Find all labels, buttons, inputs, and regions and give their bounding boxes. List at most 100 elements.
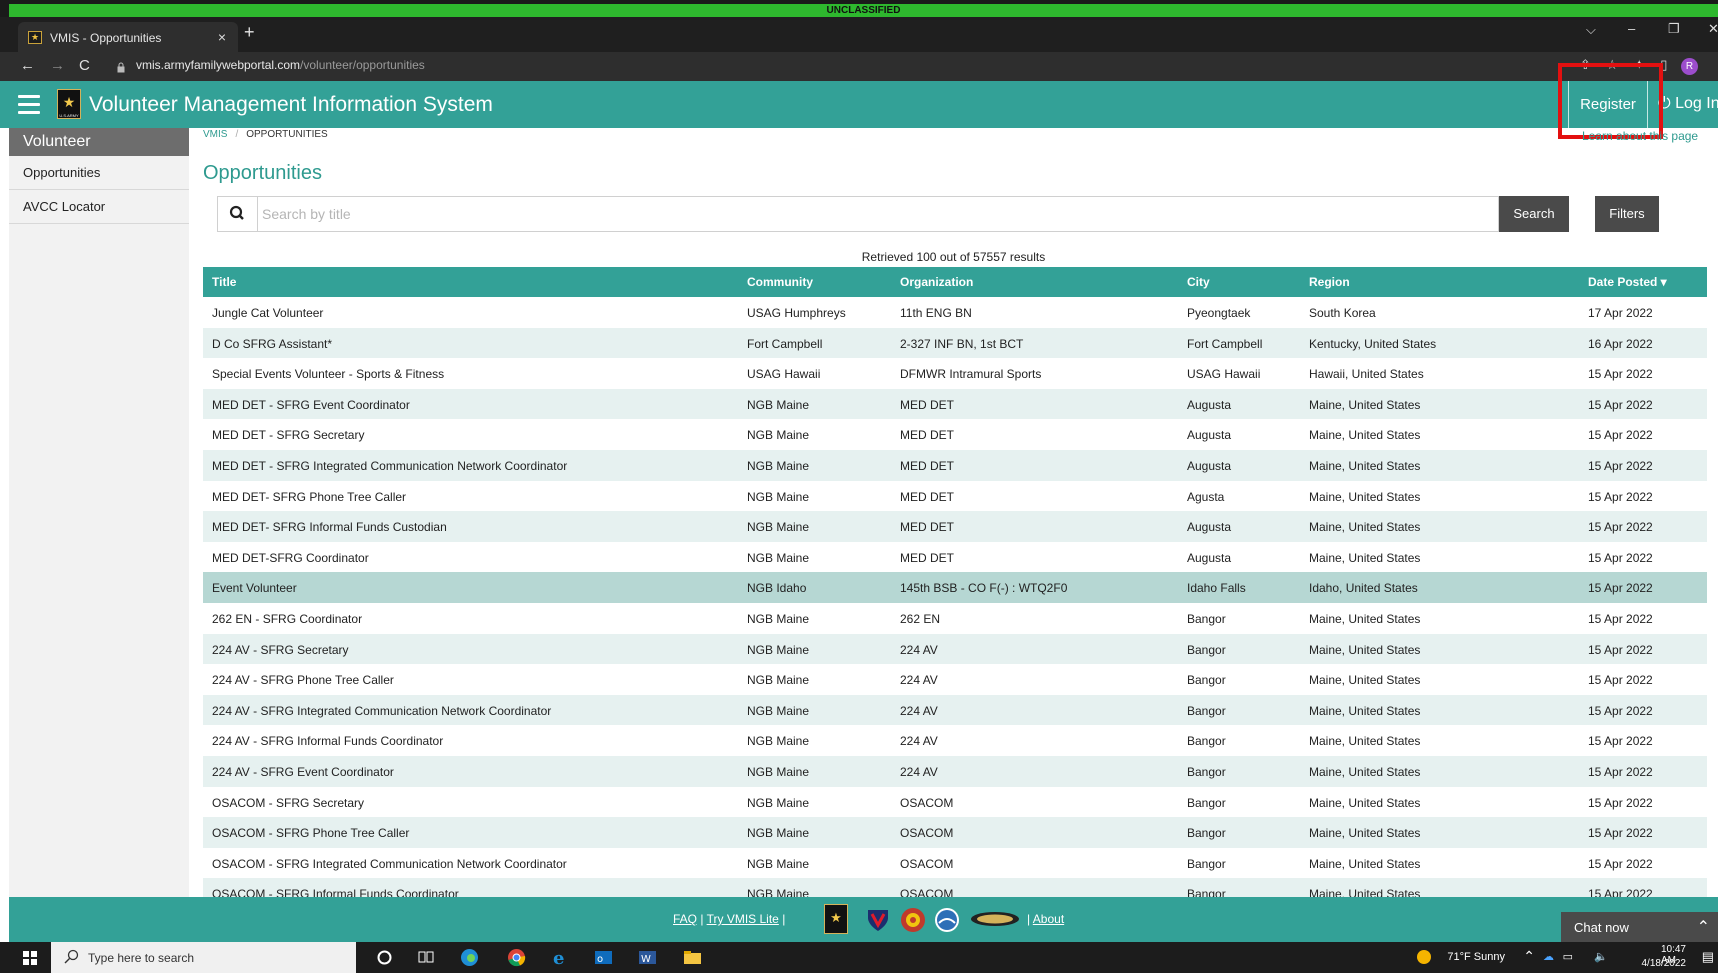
taskbar-search-box[interactable]: Type here to search <box>51 942 356 973</box>
table-row[interactable]: 262 EN - SFRG Coordinator NGB Maine 262 EN… <box>203 602 1707 634</box>
table-row[interactable]: OSACOM - SFRG Secretary NGB Maine OSACOM Ba… <box>203 786 1707 818</box>
cell-region: Idaho, United States <box>1309 581 1418 596</box>
table-row[interactable]: Special Events Volunteer - Sports & Fitn… <box>203 358 1707 389</box>
breadcrumb-current: OPPORTUNITIES <box>246 129 328 140</box>
shield-logo-icon[interactable] <box>867 908 889 937</box>
chat-now-button[interactable]: Chat now ⌃ <box>1561 912 1718 942</box>
breadcrumb-root[interactable]: VMIS <box>203 129 227 140</box>
cell-region: Maine, United States <box>1309 489 1421 504</box>
url-host: vmis.armyfamilywebportal.com <box>136 58 301 72</box>
tab-close-icon[interactable]: × <box>218 29 226 45</box>
volume-icon[interactable]: 🔈 <box>1594 950 1608 963</box>
column-header-title[interactable]: Title <box>212 275 236 289</box>
cell-date: 15 Apr 2022 <box>1588 550 1653 565</box>
learn-about-page-link[interactable]: Learn about this page <box>1582 129 1698 143</box>
cell-city: Bangor <box>1187 673 1226 688</box>
table-row[interactable]: MED DET- SFRG Informal Funds Custodian NG… <box>203 511 1707 542</box>
edge-icon[interactable] <box>460 948 479 967</box>
cell-title: OSACOM - SFRG Informal Funds Coordinator <box>212 887 459 897</box>
cell-community: NGB Maine <box>747 397 810 412</box>
clock-date[interactable]: 4/18/2022 <box>1642 958 1687 969</box>
login-button[interactable]: ⏻ Log In <box>1658 95 1718 113</box>
back-icon[interactable]: ← <box>20 57 35 74</box>
restore-icon[interactable]: ❐ <box>1668 21 1680 37</box>
sidebar-item-opportunities[interactable]: Opportunities <box>9 156 189 190</box>
table-row[interactable]: OSACOM - SFRG Phone Tree Caller NGB Maine… <box>203 817 1707 848</box>
table-row[interactable]: 224 AV - SFRG Event Coordinator NGB Maine… <box>203 755 1707 787</box>
menu-hamburger-icon[interactable] <box>18 95 40 114</box>
column-header-community[interactable]: Community <box>747 275 813 289</box>
onedrive-icon[interactable]: ☁ <box>1543 950 1554 963</box>
notifications-icon[interactable]: ▤ <box>1702 949 1714 965</box>
table-row[interactable]: 224 AV - SFRG Phone Tree Caller NGB Maine… <box>203 664 1707 695</box>
table-row[interactable]: MED DET - SFRG Event Coordinator NGB Main… <box>203 388 1707 420</box>
search-input[interactable] <box>262 197 1492 231</box>
internet-explorer-icon[interactable]: e <box>551 948 570 969</box>
windows-start-icon[interactable] <box>23 951 37 965</box>
cell-region: Maine, United States <box>1309 856 1421 871</box>
forward-icon[interactable]: → <box>50 57 65 74</box>
seal-logo-icon[interactable] <box>900 907 926 938</box>
cell-title: 224 AV - SFRG Secretary <box>212 642 349 657</box>
table-row-hovered[interactable]: Event Volunteer NGB Idaho 145th BSB - CO F… <box>203 572 1707 603</box>
table-row[interactable]: 224 AV - SFRG Secretary NGB Maine 224 AV Ba… <box>203 633 1707 665</box>
table-row[interactable]: 224 AV - SFRG Integrated Communication N… <box>203 694 1707 726</box>
new-tab-button[interactable]: + <box>244 22 255 43</box>
column-header-organization[interactable]: Organization <box>900 275 973 289</box>
table-row[interactable]: MED DET- SFRG Phone Tree Caller NGB Maine… <box>203 480 1707 512</box>
cell-city: Bangor <box>1187 887 1226 897</box>
cell-title: MED DET- SFRG Phone Tree Caller <box>212 489 407 504</box>
svg-text:o: o <box>597 954 603 965</box>
file-explorer-icon[interactable] <box>683 948 702 967</box>
minimize-icon[interactable]: – <box>1628 21 1635 36</box>
cell-community: USAG Hawaii <box>747 367 821 382</box>
table-row[interactable]: 224 AV - SFRG Informal Funds Coordinator… <box>203 725 1707 756</box>
network-icon[interactable]: ▭ <box>1563 950 1573 963</box>
lock-icon <box>117 60 125 73</box>
profile-avatar[interactable]: R <box>1681 58 1698 75</box>
app-title[interactable]: Volunteer Management Information System <box>89 93 493 117</box>
cell-region: Kentucky, United States <box>1309 336 1437 351</box>
table-row[interactable]: MED DET - SFRG Secretary NGB Maine MED DET… <box>203 419 1707 450</box>
table-row[interactable]: Jungle Cat Volunteer USAG Humphreys 11th E… <box>203 297 1707 328</box>
acs-logo-icon[interactable] <box>970 911 1020 932</box>
us-army-logo[interactable]: ★ U.S.ARMY <box>57 89 81 119</box>
reload-icon[interactable]: C <box>79 57 90 74</box>
table-row[interactable]: MED DET - SFRG Integrated Communication … <box>203 449 1707 481</box>
table-row[interactable]: OSACOM - SFRG Informal Funds Coordinator… <box>203 878 1707 897</box>
url-field[interactable]: vmis.armyfamilywebportal.com/volunteer/o… <box>136 58 425 72</box>
browser-tab[interactable]: ★ VMIS - Opportunities × <box>18 22 238 52</box>
cortana-icon[interactable] <box>375 948 394 967</box>
table-row[interactable]: D Co SFRG Assistant* Fort Campbell 2-327 I… <box>203 327 1707 359</box>
cell-title: 224 AV - SFRG Integrated Communication N… <box>212 703 552 718</box>
cell-region: Maine, United States <box>1309 826 1421 841</box>
try-vmis-lite-link[interactable]: Try VMIS Lite <box>707 912 779 926</box>
tray-overflow-icon[interactable]: ⌃ <box>1523 948 1535 965</box>
about-link[interactable]: About <box>1033 912 1064 926</box>
weather-sun-icon[interactable] <box>1417 950 1431 964</box>
army-logo-icon[interactable]: ★ <box>824 904 848 934</box>
weather-text[interactable]: 71°F Sunny <box>1447 951 1505 963</box>
family-logo-icon[interactable] <box>934 907 960 938</box>
svg-text:W: W <box>641 954 651 965</box>
cell-region: Maine, United States <box>1309 611 1421 626</box>
column-header-region[interactable]: Region <box>1309 275 1350 289</box>
sidebar-item-avcc-locator[interactable]: AVCC Locator <box>9 190 189 224</box>
table-row[interactable]: MED DET-SFRG Coordinator NGB Maine MED DET… <box>203 541 1707 573</box>
browser-tab-bar: ★ VMIS - Opportunities × + ⌵ – ❐ ✕ <box>0 17 1718 52</box>
tab-search-chevron-icon[interactable]: ⌵ <box>1586 22 1596 38</box>
column-header-date-posted[interactable]: Date Posted ▾ <box>1588 275 1667 289</box>
search-button[interactable]: Search <box>1499 196 1569 232</box>
chrome-icon[interactable] <box>507 948 526 967</box>
outlook-icon[interactable]: o <box>594 948 613 967</box>
filters-button[interactable]: Filters <box>1595 196 1659 232</box>
cell-organization: OSACOM <box>900 856 954 871</box>
task-view-icon[interactable] <box>417 948 436 967</box>
tab-title: VMIS - Opportunities <box>50 31 162 45</box>
faq-link[interactable]: FAQ <box>673 912 697 926</box>
cell-city: Bangor <box>1187 826 1226 841</box>
close-window-icon[interactable]: ✕ <box>1708 21 1718 37</box>
table-row[interactable]: OSACOM - SFRG Integrated Communication N… <box>203 847 1707 879</box>
column-header-city[interactable]: City <box>1187 275 1210 289</box>
word-icon[interactable]: W <box>638 948 657 967</box>
